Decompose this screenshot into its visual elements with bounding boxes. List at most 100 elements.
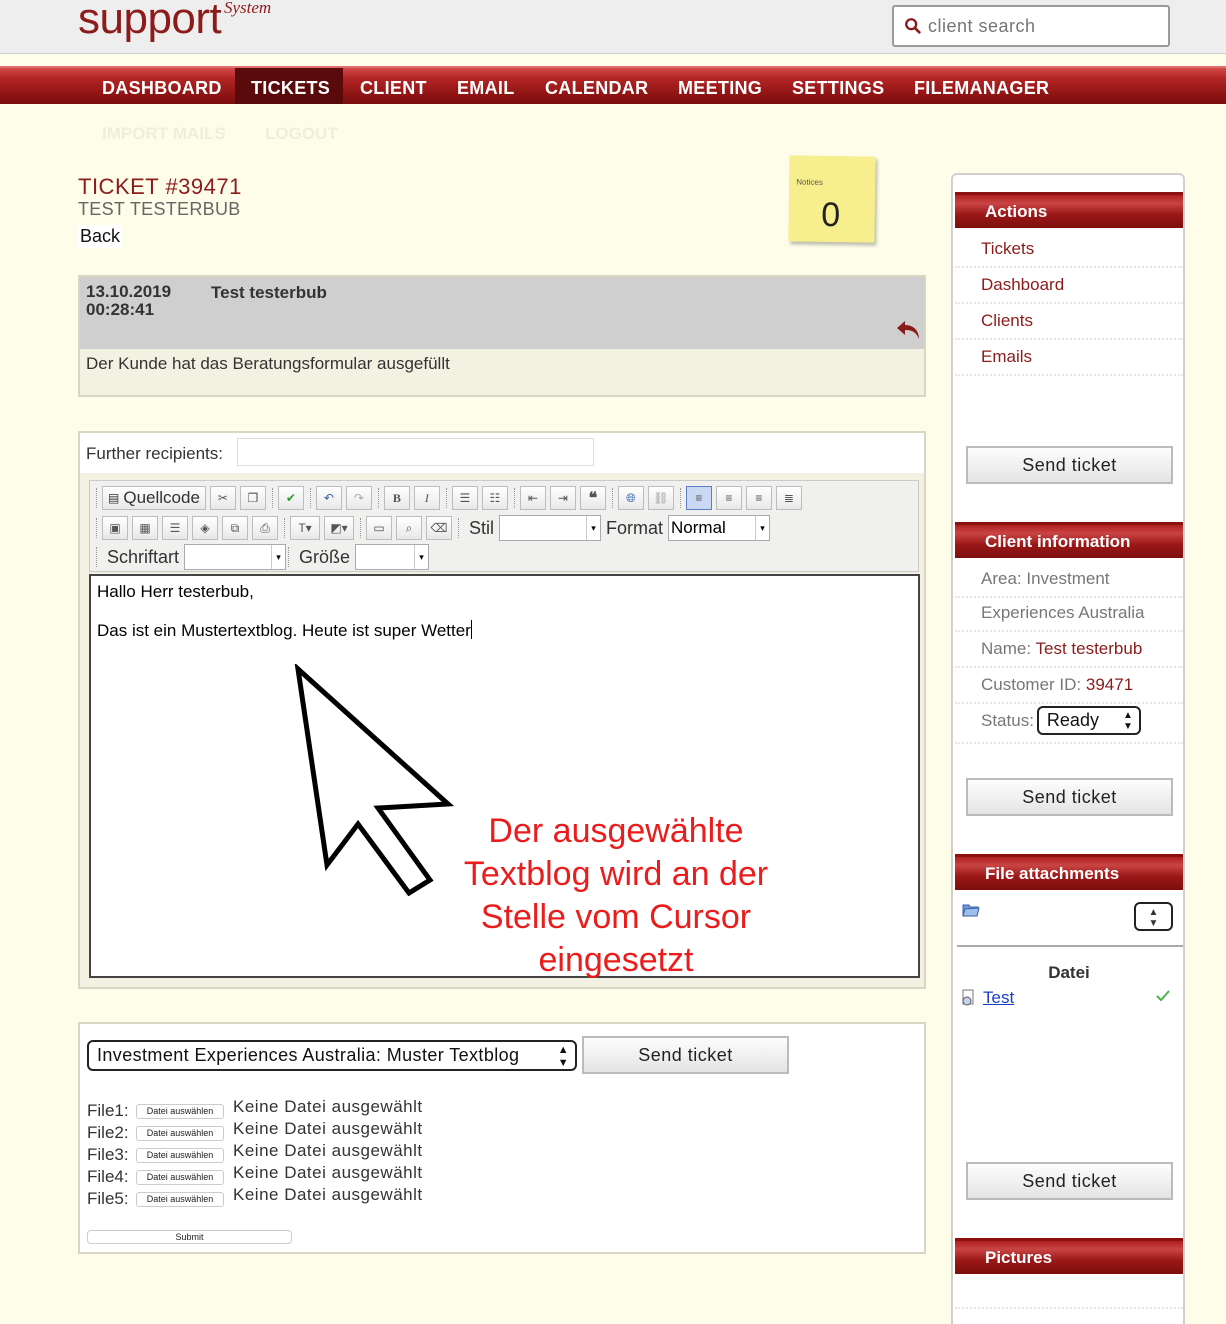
back-button[interactable]: Back xyxy=(78,225,123,248)
submit-button[interactable]: Submit xyxy=(87,1230,292,1244)
align-center-icon[interactable]: ≡ xyxy=(715,486,742,510)
nav-client[interactable]: CLIENT xyxy=(344,68,443,104)
copy-icon[interactable]: ❐ xyxy=(239,486,266,510)
italic-icon[interactable]: I xyxy=(413,486,440,510)
file-status: Keine Datei ausgewählt xyxy=(233,1163,423,1182)
bg-color-icon[interactable]: ◩▾ xyxy=(324,516,354,540)
sidebar-link-tickets[interactable]: Tickets xyxy=(955,232,1183,268)
source-label: Quellcode xyxy=(123,488,200,507)
nav-calendar[interactable]: CALENDAR xyxy=(529,68,664,104)
toolbar-separator xyxy=(513,488,516,508)
bold-icon[interactable]: B xyxy=(383,486,410,510)
unlink-icon[interactable]: ⛓ xyxy=(647,486,674,510)
message-text: Der Kunde hat das Beratungsformular ausg… xyxy=(86,354,450,373)
chevron-down-icon: ▾ xyxy=(271,545,285,569)
nav-email[interactable]: EMAIL xyxy=(441,68,531,104)
search-input[interactable] xyxy=(928,15,1158,37)
send-ticket-button[interactable]: Send ticket xyxy=(582,1036,789,1074)
sidebar-send-ticket-button-3[interactable]: Send ticket xyxy=(966,1162,1173,1200)
file-status: Keine Datei ausgewählt xyxy=(233,1119,423,1138)
undo-icon[interactable]: ↶ xyxy=(315,486,342,510)
customer-id-label: Customer ID: xyxy=(981,675,1082,694)
sidebar-link-clients[interactable]: Clients xyxy=(955,304,1183,340)
remove-format-icon[interactable]: ⌫ xyxy=(426,516,452,540)
client-search[interactable] xyxy=(892,5,1170,47)
file-status: Keine Datei ausgewählt xyxy=(233,1141,423,1160)
name-value[interactable]: Test testerbub xyxy=(1036,639,1143,658)
template-select[interactable]: Investment Experiences Australia: Muster… xyxy=(87,1040,577,1071)
text-color-icon[interactable]: T▾ xyxy=(290,516,320,540)
notice-label: Notices xyxy=(796,177,823,187)
align-right-icon[interactable]: ≡ xyxy=(745,486,772,510)
style-select[interactable]: ▾ xyxy=(499,515,602,541)
nav-settings[interactable]: SETTINGS xyxy=(776,68,900,104)
sidebar-link-dashboard[interactable]: Dashboard xyxy=(955,268,1183,304)
format-value: Normal xyxy=(671,518,726,537)
status-label: Status: xyxy=(981,711,1034,730)
notice-sticky[interactable]: Notices 0 xyxy=(788,155,876,243)
font-select[interactable]: ▾ xyxy=(184,544,287,570)
sidebar-send-ticket-button-2[interactable]: Send ticket xyxy=(966,778,1173,816)
outdent-icon[interactable]: ⇤ xyxy=(519,486,546,510)
message-time: 00:28:41 xyxy=(86,300,155,319)
preview-icon[interactable]: ⌕ xyxy=(396,516,422,540)
table-icon[interactable]: ▦ xyxy=(132,516,158,540)
toolbar-separator xyxy=(288,547,290,567)
editor-content[interactable]: Hallo Herr testerbub, Das ist ein Muster… xyxy=(89,574,920,979)
client-area-cont: Experiences Australia xyxy=(955,596,1183,632)
select-arrows-icon: ▲ ▼ xyxy=(1148,907,1159,929)
bullet-list-icon[interactable]: ☷ xyxy=(481,486,508,510)
maximize-icon[interactable]: ▭ xyxy=(366,516,392,540)
reply-icon[interactable] xyxy=(896,319,922,341)
link-icon[interactable]: 🌐︎ xyxy=(617,486,644,510)
logo[interactable]: support xyxy=(78,0,222,44)
select-arrows-icon: ▲ ▼ xyxy=(1123,710,1133,732)
nav-logout[interactable]: LOGOUT xyxy=(265,124,338,144)
special-char-icon[interactable]: ◈ xyxy=(192,516,218,540)
file-label: File2: xyxy=(87,1123,129,1142)
size-select[interactable]: ▾ xyxy=(355,544,430,570)
align-justify-icon[interactable]: ≣ xyxy=(775,486,802,510)
blockquote-icon[interactable]: ❝ xyxy=(579,486,606,510)
choose-file-button[interactable]: Datei auswählen xyxy=(136,1147,224,1163)
nav-filemanager[interactable]: FILEMANAGER xyxy=(898,68,1065,104)
nav-import-mails[interactable]: IMPORT MAILS xyxy=(102,124,226,144)
recipients-input[interactable] xyxy=(237,438,594,466)
format-select[interactable]: Normal ▾ xyxy=(668,515,771,541)
attachment-link[interactable]: Test xyxy=(983,988,1014,1008)
image-icon[interactable]: ▣ xyxy=(102,516,128,540)
spellcheck-icon[interactable]: ✔ xyxy=(277,486,304,510)
text-cursor xyxy=(470,620,472,639)
nav-tickets[interactable]: TICKETS xyxy=(235,68,343,104)
folder-icon[interactable] xyxy=(962,902,980,918)
area-label: Area: xyxy=(981,569,1022,588)
numbered-list-icon[interactable]: ☰ xyxy=(451,486,478,510)
file-status: Keine Datei ausgewählt xyxy=(233,1185,423,1204)
annotation-text: Der ausgewählte Textblog wird an der Ste… xyxy=(463,812,769,979)
align-left-icon[interactable]: ≡ xyxy=(685,486,712,510)
sidebar-link-emails[interactable]: Emails xyxy=(955,340,1183,376)
toolbar-separator xyxy=(284,518,286,538)
source-button[interactable]: ▤ Quellcode xyxy=(102,486,206,510)
status-select[interactable]: Ready ▲ ▼ xyxy=(1036,706,1141,735)
toolbar-row-3: Schriftart ▾ Größe ▾ xyxy=(94,543,430,571)
print-icon[interactable]: ⎙ xyxy=(252,516,278,540)
chevron-down-icon: ▾ xyxy=(755,516,769,540)
horizontal-rule-icon[interactable]: ☰ xyxy=(162,516,188,540)
cut-icon[interactable]: ✂ xyxy=(209,486,236,510)
attachment-select[interactable]: ▲ ▼ xyxy=(1134,902,1173,931)
format-label: Format xyxy=(606,517,664,538)
toolbar-separator xyxy=(271,488,274,508)
choose-file-button[interactable]: Datei auswählen xyxy=(136,1125,224,1141)
choose-file-button[interactable]: Datei auswählen xyxy=(136,1191,224,1207)
choose-file-button[interactable]: Datei auswählen xyxy=(136,1103,224,1119)
redo-icon[interactable]: ↷ xyxy=(345,486,372,510)
template-value: Investment Experiences Australia: Muster… xyxy=(97,1045,520,1065)
toolbar-separator xyxy=(360,518,362,538)
sidebar-send-ticket-button-1[interactable]: Send ticket xyxy=(966,446,1173,484)
indent-icon[interactable]: ⇥ xyxy=(549,486,576,510)
nav-dashboard[interactable]: DASHBOARD xyxy=(86,68,238,104)
nav-meeting[interactable]: MEETING xyxy=(662,68,778,104)
page-break-icon[interactable]: ⧉ xyxy=(222,516,248,540)
choose-file-button[interactable]: Datei auswählen xyxy=(136,1169,224,1185)
